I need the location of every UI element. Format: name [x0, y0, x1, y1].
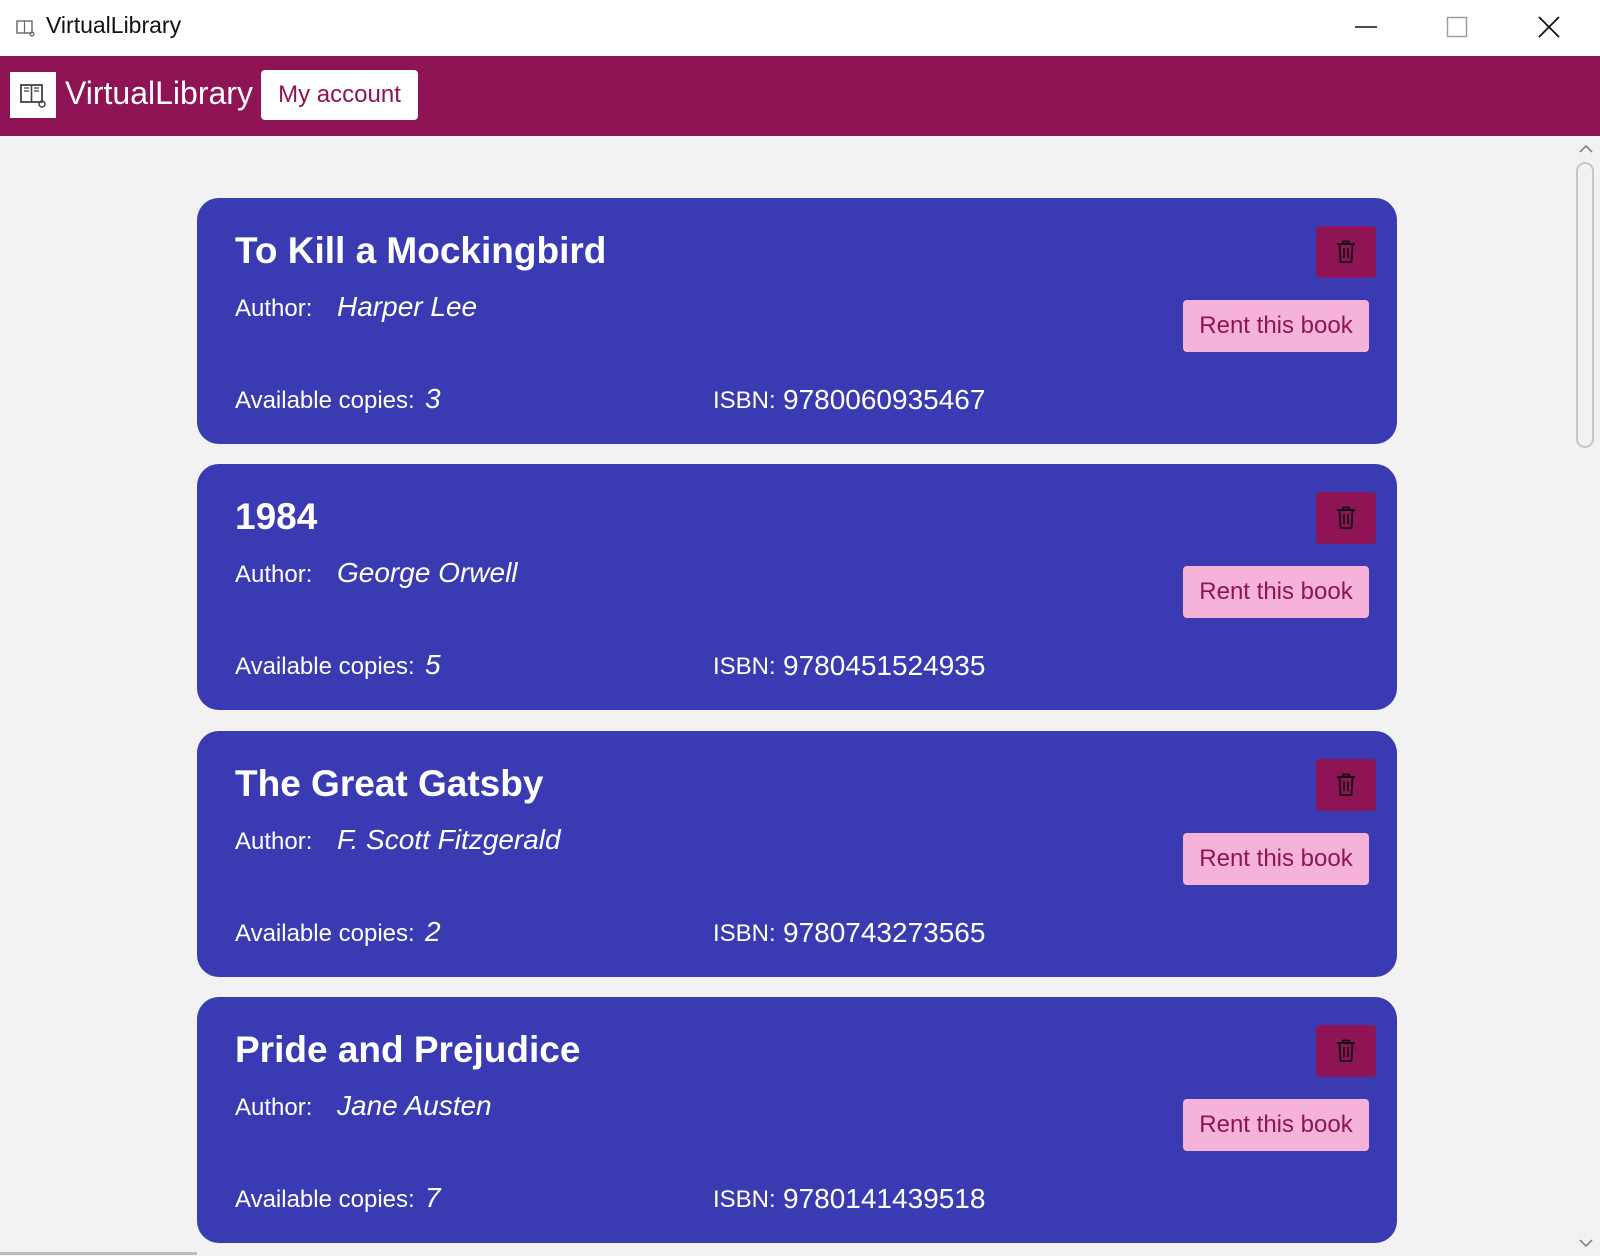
copies-value: 5 [425, 649, 441, 680]
copies-label: Available copies: [235, 387, 415, 414]
scroll-down-arrow-icon[interactable] [1579, 1236, 1593, 1250]
delete-book-button[interactable] [1316, 759, 1376, 811]
book-icon [16, 20, 35, 37]
copies-label: Available copies: [235, 653, 415, 680]
app-header: VirtualLibrary My account [0, 56, 1600, 136]
window-title-bar: VirtualLibrary [0, 0, 1600, 56]
book-card: 1984 Author: George Orwell Available cop… [197, 464, 1397, 710]
vertical-scrollbar[interactable] [1572, 136, 1600, 1256]
copies-value: 3 [425, 383, 441, 414]
isbn-label: ISBN: [713, 653, 776, 680]
rent-book-button[interactable]: Rent this book [1183, 566, 1369, 618]
trash-icon [1337, 773, 1355, 796]
scroll-up-arrow-icon[interactable] [1579, 142, 1593, 156]
book-card: Pride and Prejudice Author: Jane Austen … [197, 997, 1397, 1243]
minimize-icon [1355, 26, 1377, 28]
trash-icon [1337, 1039, 1355, 1062]
maximize-button[interactable] [1411, 0, 1503, 54]
book-card: The Great Gatsby Author: F. Scott Fitzge… [197, 731, 1397, 977]
trash-icon [1337, 240, 1355, 263]
maximize-icon [1446, 16, 1468, 38]
book-title: The Great Gatsby [235, 763, 544, 804]
app-logo [10, 72, 56, 118]
author-name: George Orwell [337, 557, 518, 588]
author-label: Author: [235, 561, 313, 588]
author-name: F. Scott Fitzgerald [337, 824, 561, 855]
copies-value: 7 [425, 1182, 441, 1213]
delete-book-button[interactable] [1316, 226, 1376, 278]
close-window-button[interactable] [1503, 0, 1595, 54]
window-title: VirtualLibrary [46, 12, 182, 38]
book-card: To Kill a Mockingbird Author: Harper Lee… [197, 198, 1397, 444]
rent-book-button[interactable]: Rent this book [1183, 1099, 1369, 1151]
rent-book-button[interactable]: Rent this book [1183, 300, 1369, 352]
author-name: Harper Lee [337, 291, 478, 322]
horizontal-divider [0, 1252, 197, 1255]
app-brand-title: VirtualLibrary [65, 75, 253, 111]
book-title: 1984 [235, 496, 318, 537]
copies-label: Available copies: [235, 1186, 415, 1213]
isbn-value: 9780451524935 [783, 650, 986, 681]
close-icon [1538, 16, 1560, 38]
copies-value: 2 [425, 916, 441, 947]
author-name: Jane Austen [337, 1090, 492, 1121]
isbn-label: ISBN: [713, 920, 776, 947]
book-title: Pride and Prejudice [235, 1029, 581, 1070]
isbn-label: ISBN: [713, 1186, 776, 1213]
author-label: Author: [235, 828, 313, 855]
book-list[interactable]: To Kill a Mockingbird Author: Harper Lee… [0, 136, 1572, 1256]
my-account-button[interactable]: My account [261, 70, 418, 120]
book-icon [20, 84, 46, 108]
rent-book-button[interactable]: Rent this book [1183, 833, 1369, 885]
isbn-value: 9780060935467 [783, 384, 986, 415]
minimize-button[interactable] [1320, 0, 1412, 54]
scrollbar-thumb[interactable] [1576, 162, 1594, 448]
delete-book-button[interactable] [1316, 492, 1376, 544]
isbn-label: ISBN: [713, 387, 776, 414]
isbn-value: 9780141439518 [783, 1183, 986, 1214]
author-label: Author: [235, 1094, 313, 1121]
isbn-value: 9780743273565 [783, 917, 986, 948]
trash-icon [1337, 506, 1355, 529]
copies-label: Available copies: [235, 920, 415, 947]
book-title: To Kill a Mockingbird [235, 230, 607, 271]
author-label: Author: [235, 295, 313, 322]
delete-book-button[interactable] [1316, 1025, 1376, 1077]
